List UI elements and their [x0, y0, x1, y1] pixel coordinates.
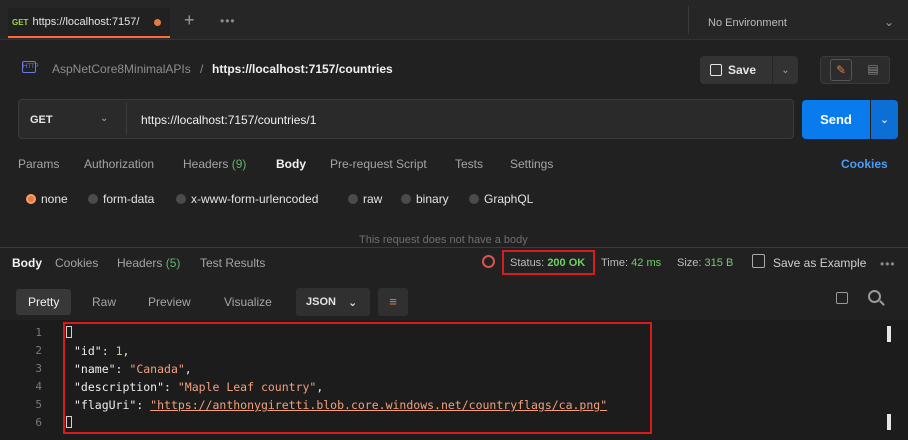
radio-label: none: [41, 192, 68, 206]
status-value: 200 OK: [547, 257, 586, 269]
line-number: 4: [35, 380, 42, 393]
tab-params[interactable]: Params: [18, 157, 59, 171]
tab-authorization[interactable]: Authorization: [84, 157, 154, 171]
line-number: 3: [35, 362, 42, 375]
breadcrumb-request[interactable]: https://localhost:7157/countries: [212, 62, 393, 76]
code-highlight-box: [63, 322, 652, 434]
radio-icon: [88, 194, 98, 204]
response-time[interactable]: Time: 42 ms: [601, 257, 661, 269]
radio-label: binary: [416, 192, 449, 206]
size-value: 315 B: [704, 257, 734, 269]
chevron-down-icon[interactable]: ⌄: [884, 15, 894, 29]
cookies-link[interactable]: Cookies: [841, 157, 888, 171]
radio-icon: [176, 194, 186, 204]
documentation-icon[interactable]: ▤: [862, 59, 884, 81]
time-value: 42 ms: [631, 257, 662, 269]
body-type-form-data[interactable]: form-data: [88, 192, 154, 206]
environment-select[interactable]: No Environment: [708, 17, 787, 29]
send-button[interactable]: Send: [802, 100, 870, 139]
format-select[interactable]: JSON ⌄: [296, 288, 370, 316]
view-tab-visualize[interactable]: Visualize: [212, 289, 284, 315]
wrap-lines-icon[interactable]: ≡: [378, 288, 408, 316]
tab-url: https://localhost:7157/: [32, 16, 140, 28]
breadcrumb-separator: /: [200, 62, 204, 76]
response-more-button[interactable]: •••: [880, 257, 896, 271]
tab-headers-label: Headers: [183, 157, 229, 171]
body-type-binary[interactable]: binary: [401, 192, 449, 206]
response-tab-cookies[interactable]: Cookies: [55, 256, 98, 270]
divider: [126, 103, 127, 135]
pane-divider[interactable]: [0, 247, 908, 248]
line-number: 2: [35, 344, 42, 357]
new-tab-button[interactable]: +: [184, 11, 195, 29]
body-type-graphql[interactable]: GraphQL: [469, 192, 533, 206]
tab-headers[interactable]: Headers (9): [183, 157, 246, 171]
save-options-chevron-icon[interactable]: ⌄: [772, 56, 798, 84]
line-number: 6: [35, 416, 42, 429]
send-options-chevron-icon[interactable]: ⌄: [871, 100, 898, 139]
scroll-marker[interactable]: [887, 326, 891, 342]
radio-label: raw: [363, 192, 383, 206]
format-label: JSON: [306, 296, 336, 308]
response-size[interactable]: Size: 315 B: [677, 257, 733, 269]
response-tab-test-results[interactable]: Test Results: [200, 256, 265, 270]
tab-settings[interactable]: Settings: [510, 157, 553, 171]
radio-label: x-www-form-urlencoded: [191, 192, 319, 206]
breadcrumb-collection[interactable]: AspNetCore8MinimalAPIs: [52, 62, 191, 76]
line-number: 1: [35, 326, 42, 339]
search-icon-handle: [879, 300, 885, 306]
chevron-down-icon: ⌄: [347, 296, 358, 309]
radio-label: GraphQL: [484, 192, 534, 206]
view-tab-pretty[interactable]: Pretty: [16, 289, 72, 315]
response-tab-body[interactable]: Body: [12, 256, 42, 270]
radio-icon: [401, 194, 411, 204]
copy-icon[interactable]: [836, 292, 848, 304]
tab-method: GET: [12, 17, 29, 27]
response-tab-headers[interactable]: Headers (5): [117, 256, 180, 270]
no-body-message: This request does not have a body: [359, 234, 528, 246]
divider: [688, 6, 689, 34]
body-type-urlencoded[interactable]: x-www-form-urlencoded: [176, 192, 318, 206]
tab-headers-count: (9): [231, 157, 247, 171]
tab-body[interactable]: Body: [276, 157, 306, 171]
network-globe-icon[interactable]: [482, 255, 495, 268]
body-type-raw[interactable]: raw: [348, 192, 382, 206]
response-tab-headers-count: (5): [165, 256, 181, 270]
save-icon: [710, 64, 722, 76]
tab-pre-request-script[interactable]: Pre-request Script: [330, 157, 427, 171]
url-bar: [18, 99, 794, 139]
radio-icon: [469, 194, 479, 204]
http-request-icon: HTTP: [22, 61, 39, 73]
status-label: Status:: [510, 257, 545, 269]
scroll-marker[interactable]: [887, 414, 891, 430]
response-tab-headers-label: Headers: [117, 256, 163, 270]
view-tab-raw[interactable]: Raw: [80, 289, 128, 315]
view-tab-preview[interactable]: Preview: [136, 289, 203, 315]
line-number: 5: [35, 398, 42, 411]
request-tab[interactable]: GET https://localhost:7157/: [8, 8, 170, 38]
response-status[interactable]: Status: 200 OK: [510, 257, 585, 269]
chevron-down-icon[interactable]: ⌄: [100, 113, 108, 124]
tab-more-button[interactable]: •••: [220, 14, 236, 28]
tab-tests[interactable]: Tests: [455, 157, 483, 171]
save-label: Save: [728, 63, 757, 77]
edit-pencil-icon[interactable]: ✎: [830, 59, 852, 81]
method-select[interactable]: GET: [30, 114, 53, 126]
radio-icon: [348, 194, 358, 204]
body-type-none[interactable]: none: [26, 192, 68, 206]
radio-label: form-data: [103, 192, 155, 206]
radio-icon: [26, 194, 36, 204]
save-as-example-button[interactable]: Save as Example: [773, 256, 866, 270]
time-label: Time:: [601, 257, 629, 269]
size-label: Size:: [677, 257, 702, 269]
url-input[interactable]: https://localhost:7157/countries/1: [141, 113, 316, 127]
unsaved-dot-icon: [154, 18, 162, 26]
save-example-icon[interactable]: [752, 254, 765, 268]
